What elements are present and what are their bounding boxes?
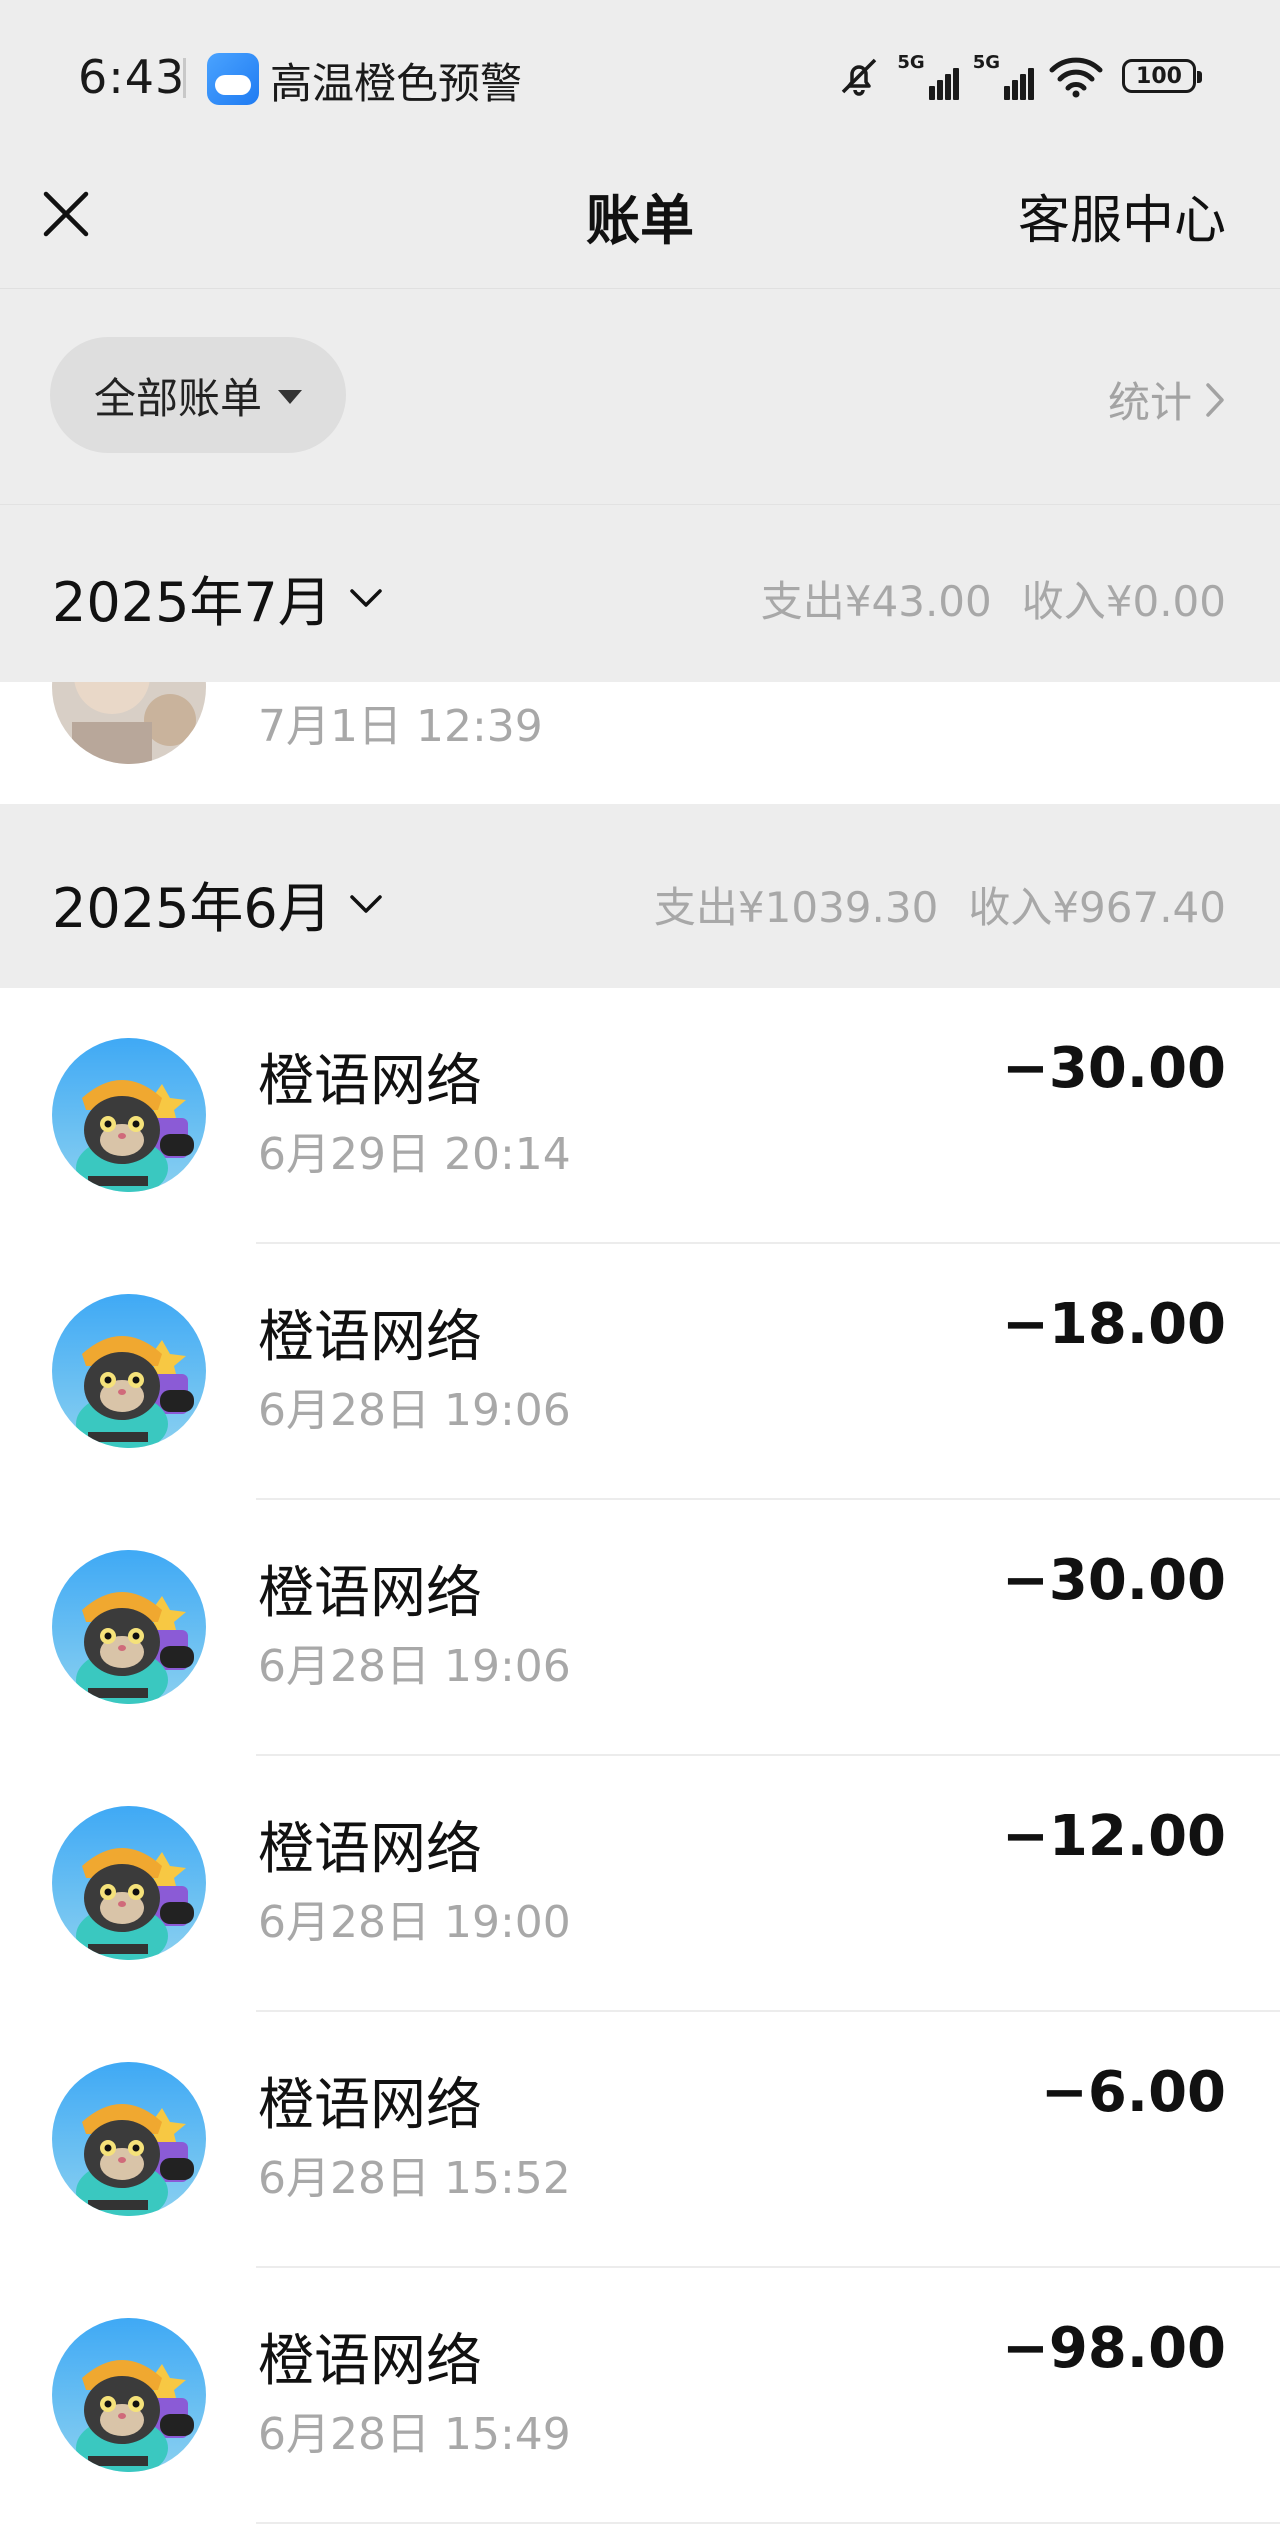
merchant-name: 橙语网络 [258, 2329, 482, 2394]
statistics-label: 统计 [1107, 378, 1192, 427]
network-type-1: 5G [897, 52, 925, 73]
row-divider [256, 2522, 1280, 2524]
weather-alert-text: 高温橙色预警 [270, 59, 523, 108]
transaction-row[interactable]: 橙语网络 6月28日 15:49 −98.00 [0, 2268, 1280, 2524]
network-type-2: 5G [972, 52, 1000, 73]
month-summary: 支出¥1039.30 收入¥967.40 [654, 874, 1226, 935]
month-expense: 支出¥43.00 [760, 577, 992, 626]
status-separator [183, 58, 186, 98]
transaction-amount: −30.00 [1001, 1036, 1226, 1101]
merchant-avatar [52, 2318, 206, 2472]
transaction-row[interactable]: 橙语网络 6月28日 19:06 −30.00 [0, 1500, 1280, 1756]
month-income: 收入¥0.00 [1021, 577, 1226, 626]
status-indicators: 5G 5G 100 [835, 52, 1202, 100]
triangle-down-icon [278, 390, 302, 404]
chevron-down-icon [350, 588, 382, 607]
transaction-list-june: 橙语网络 6月29日 20:14 −30.00 橙语网络 6月28日 19:06… [0, 988, 1280, 2545]
transaction-time: 6月28日 19:00 [258, 1897, 571, 1948]
transaction-row[interactable]: 橙语网络 6月28日 19:06 −18.00 [0, 1244, 1280, 1500]
transaction-row[interactable]: 橙语网络 6月29日 20:14 −30.00 [0, 988, 1280, 1244]
transaction-amount: −6.00 [1040, 2060, 1226, 2125]
battery-icon: 100 [1122, 59, 1202, 93]
transaction-time: 6月28日 15:49 [258, 2409, 571, 2460]
transaction-row[interactable]: 7月1日 12:39 [0, 682, 1280, 804]
merchant-avatar [52, 1550, 206, 1704]
transaction-row[interactable]: 橙语网络 6月28日 15:52 −6.00 [0, 2012, 1280, 2268]
merchant-avatar [52, 1806, 206, 1960]
customer-service-link[interactable]: 客服中心 [1018, 178, 1226, 253]
month-title: 2025年7月 [52, 571, 332, 634]
merchant-name: 橙语网络 [258, 1305, 482, 1370]
bill-filter-label: 全部账单 [93, 373, 262, 423]
merchant-name: 橙语网络 [258, 1561, 482, 1626]
merchant-avatar [52, 1294, 206, 1448]
merchant-name: 橙语网络 [258, 1049, 482, 1114]
month-expense: 支出¥1039.30 [653, 883, 939, 932]
transaction-list-july: 7月1日 12:39 [0, 682, 1280, 804]
wifi-icon [1048, 54, 1104, 98]
month-header-june: 2025年6月 支出¥1039.30 收入¥967.40 [0, 808, 1280, 988]
bill-filter-dropdown[interactable]: 全部账单 [50, 337, 346, 453]
transaction-time: 6月28日 19:06 [258, 1641, 571, 1692]
transaction-amount: −30.00 [1001, 1548, 1226, 1613]
weather-alert-icon [207, 53, 259, 105]
month-selector-june[interactable]: 2025年6月 [52, 864, 384, 943]
month-income: 收入¥967.40 [968, 883, 1226, 932]
month-summary: 支出¥43.00 收入¥0.00 [761, 568, 1226, 629]
status-bar: 6:43 高温橙色预警 5G 5G 100 [0, 0, 1280, 160]
transaction-time: 6月29日 20:14 [258, 1129, 571, 1180]
month-title: 2025年6月 [52, 877, 332, 940]
statistics-link[interactable]: 统计 [1108, 369, 1226, 430]
transaction-time: 6月28日 19:06 [258, 1385, 571, 1436]
signal-strength-2-icon: 5G [973, 52, 1034, 100]
transaction-row[interactable]: 橙语网络 6月28日 19:00 −12.00 [0, 1756, 1280, 2012]
nav-bar: 账单 客服中心 [0, 160, 1280, 289]
status-time: 6:43 [78, 50, 186, 104]
transaction-amount: −18.00 [1001, 1292, 1226, 1357]
merchant-name: 橙语网络 [258, 2073, 482, 2138]
avatar [52, 682, 206, 764]
transaction-amount: −12.00 [1001, 1804, 1226, 1869]
month-header-july: 2025年7月 支出¥43.00 收入¥0.00 [0, 506, 1280, 682]
merchant-avatar [52, 1038, 206, 1192]
transaction-amount: −98.00 [1001, 2316, 1226, 2381]
month-selector-july[interactable]: 2025年7月 [52, 558, 384, 637]
transaction-time: 7月1日 12:39 [258, 701, 543, 752]
merchant-avatar [52, 2062, 206, 2216]
signal-strength-1-icon: 5G [897, 52, 959, 100]
chevron-right-icon [1206, 382, 1224, 417]
transaction-time: 6月28日 15:52 [258, 2153, 571, 2204]
filter-row: 全部账单 统计 [0, 289, 1280, 505]
mute-bell-icon [835, 52, 883, 100]
chevron-down-icon [350, 894, 382, 913]
merchant-name: 橙语网络 [258, 1817, 482, 1882]
